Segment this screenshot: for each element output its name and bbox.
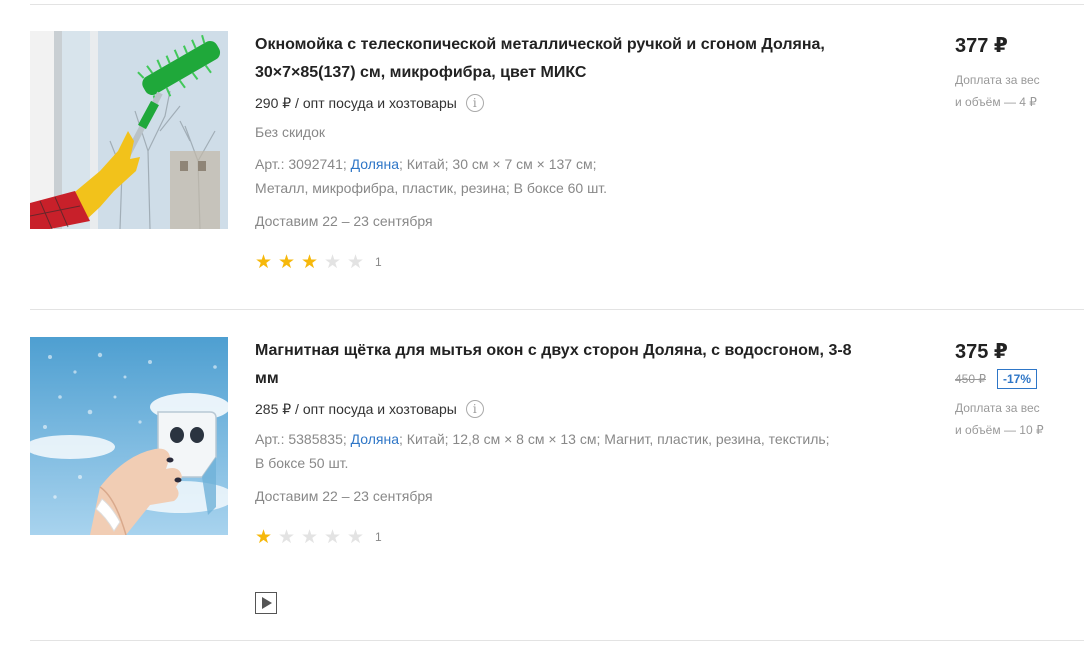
- card-divider: [30, 309, 1084, 310]
- product-title[interactable]: Окномойка с телескопической металлическо…: [255, 31, 875, 87]
- properties-rest: ; Китай; 30 см × 7 см × 137 см;: [399, 156, 597, 172]
- magnetic-brush-photo: [30, 337, 228, 535]
- rating[interactable]: ★ ★ ★ ★ ★ 1: [255, 527, 875, 547]
- properties-line-1: Арт.: 3092741; Доляна; Китай; 30 см × 7 …: [255, 152, 875, 176]
- star-icon: ★: [347, 526, 365, 548]
- wholesale-price-text: 285 ₽ / опт посуда и хозтовары: [255, 400, 457, 417]
- extra-charge: Доплата за вес и объём — 4 ₽: [955, 69, 1080, 113]
- product-properties: Арт.: 3092741; Доляна; Китай; 30 см × 7 …: [255, 152, 875, 200]
- delivery-date: Доставим 22 – 23 сентября: [255, 213, 433, 229]
- star-icon: ★: [278, 251, 296, 273]
- star-icon: ★: [255, 526, 273, 548]
- star-icon: ★: [278, 526, 296, 548]
- old-price: 450 ₽: [955, 372, 986, 386]
- top-divider: [30, 4, 1084, 5]
- product-properties: Арт.: 5385835; Доляна; Китай; 12,8 см × …: [255, 427, 875, 475]
- properties-line-2: В боксе 50 шт.: [255, 455, 349, 471]
- wholesale-price: 290 ₽ / опт посуда и хозтовары i: [255, 93, 875, 113]
- star-icon: ★: [301, 526, 319, 548]
- product-price: 377 ₽: [955, 35, 1008, 57]
- star-icon: ★: [324, 251, 342, 273]
- star-icon: ★: [255, 251, 273, 273]
- extra-charge-line-2: и объём — 10 ₽: [955, 423, 1044, 437]
- properties-rest: ; Китай; 12,8 см × 8 см × 13 см; Магнит,…: [399, 431, 830, 447]
- star-icon: ★: [301, 251, 319, 273]
- star-icon: ★: [347, 251, 365, 273]
- extra-charge-line-2: и объём — 4 ₽: [955, 95, 1037, 109]
- product-price: 375 ₽: [955, 341, 1008, 363]
- review-count[interactable]: 1: [375, 255, 382, 269]
- delivery-date: Доставим 22 – 23 сентября: [255, 488, 433, 504]
- brand-link[interactable]: Доляна: [351, 156, 399, 172]
- info-icon[interactable]: i: [465, 94, 484, 112]
- product-image[interactable]: [30, 337, 228, 535]
- discount-badge: -17%: [997, 369, 1038, 389]
- rating[interactable]: ★ ★ ★ ★ ★ 1: [255, 252, 875, 272]
- article-number: Арт.: 3092741;: [255, 156, 351, 172]
- brand-link[interactable]: Доляна: [351, 431, 399, 447]
- info-icon[interactable]: i: [465, 400, 484, 418]
- no-discount-label: Без скидок: [255, 124, 325, 140]
- product-title[interactable]: Магнитная щётка для мытья окон с двух ст…: [255, 337, 875, 393]
- play-icon: [262, 597, 272, 609]
- star-icon: ★: [324, 526, 342, 548]
- review-count[interactable]: 1: [375, 530, 382, 544]
- old-price-row: 450 ₽ -17%: [955, 368, 1080, 390]
- extra-charge-line-1: Доплата за вес: [955, 73, 1040, 87]
- extra-charge: Доплата за вес и объём — 10 ₽: [955, 397, 1080, 441]
- properties-line-2: Металл, микрофибра, пластик, резина; В б…: [255, 180, 608, 196]
- video-button[interactable]: [255, 592, 277, 614]
- product-image[interactable]: [30, 31, 228, 229]
- bottom-divider: [30, 640, 1084, 641]
- wholesale-price-text: 290 ₽ / опт посуда и хозтовары: [255, 94, 457, 111]
- wholesale-price: 285 ₽ / опт посуда и хозтовары i: [255, 399, 875, 419]
- properties-line-1: Арт.: 5385835; Доляна; Китай; 12,8 см × …: [255, 427, 875, 451]
- window-cleaner-photo: [30, 31, 228, 229]
- extra-charge-line-1: Доплата за вес: [955, 401, 1040, 415]
- article-number: Арт.: 5385835;: [255, 431, 351, 447]
